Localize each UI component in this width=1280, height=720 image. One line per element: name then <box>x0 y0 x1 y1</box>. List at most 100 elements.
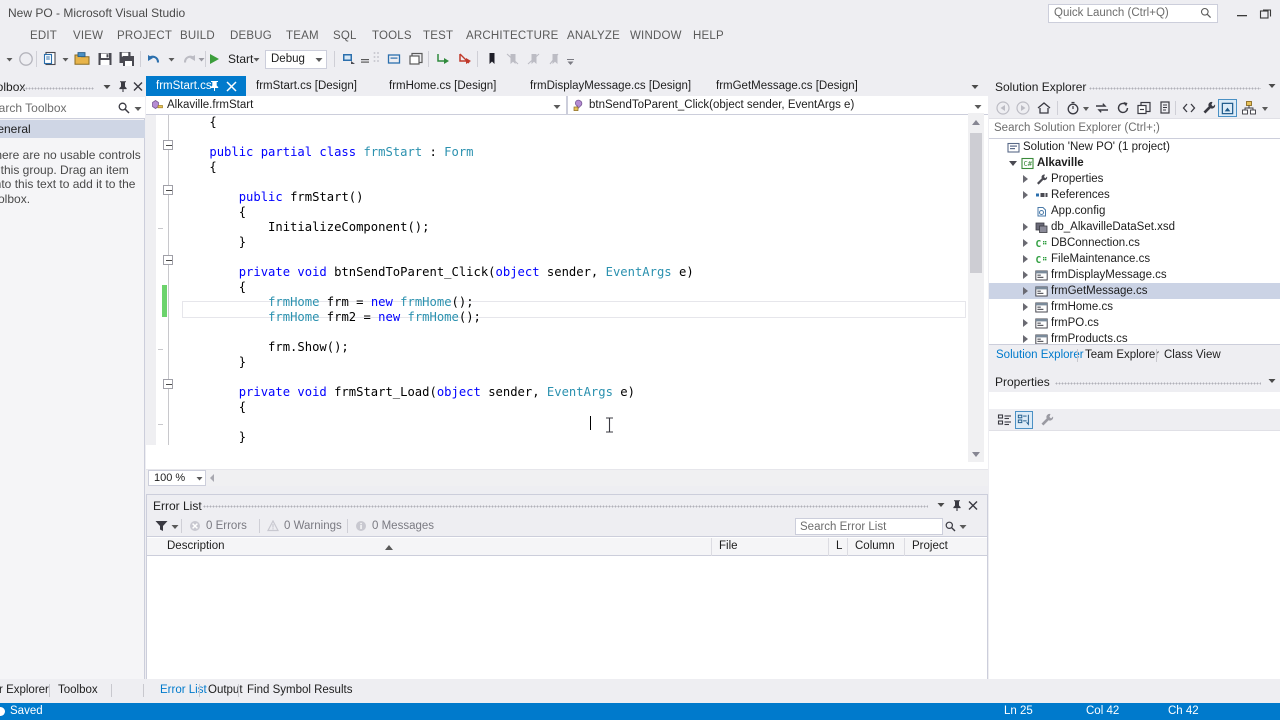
chevron-down-icon[interactable] <box>253 56 260 63</box>
column-divider[interactable] <box>904 538 905 556</box>
sync-with-active-document-icon[interactable] <box>1094 100 1110 116</box>
menu-architecture[interactable]: ARCHITECTURE <box>466 27 559 46</box>
tree-item[interactable]: App.config <box>989 203 1280 219</box>
document-tab[interactable]: frmDisplayMessage.cs [Design] <box>520 76 706 96</box>
error-list-column-header[interactable]: Column <box>849 540 905 555</box>
properties-wrench-icon[interactable] <box>1039 412 1055 428</box>
chevron-right-icon[interactable] <box>1023 287 1028 295</box>
chevron-right-icon[interactable] <box>1023 191 1028 199</box>
warnings-toggle[interactable]: 0 Warnings <box>267 519 342 533</box>
quick-launch-input[interactable]: Quick Launch (Ctrl+Q) <box>1048 4 1218 23</box>
new-file-icon[interactable] <box>42 50 60 68</box>
chevron-right-icon[interactable] <box>1023 255 1028 263</box>
fold-toggle[interactable] <box>163 379 173 389</box>
error-list-column-header[interactable]: Project <box>906 540 986 555</box>
outlining-margin[interactable] <box>156 115 180 445</box>
menu-window[interactable]: WINDOW <box>630 27 682 46</box>
refresh-icon[interactable] <box>1115 100 1131 116</box>
chevron-down-icon[interactable] <box>959 523 967 531</box>
fold-toggle[interactable] <box>163 255 173 265</box>
tree-item[interactable]: C# Alkaville <box>989 155 1280 171</box>
menu-edit[interactable]: EDIT <box>30 27 57 46</box>
chevron-down-icon[interactable] <box>1268 82 1276 90</box>
chevron-down-icon[interactable] <box>1261 100 1269 116</box>
menu-team[interactable]: TEAM <box>286 27 319 46</box>
pending-changes-icon[interactable] <box>1065 100 1081 116</box>
start-debug-button[interactable]: Start <box>210 49 253 69</box>
menu-build[interactable]: BUILD <box>180 27 215 46</box>
properties-wrench-icon[interactable] <box>1201 100 1217 116</box>
chevron-right-icon[interactable] <box>1023 319 1028 327</box>
code-editor-surface[interactable]: { public partial class frmStart : Form {… <box>146 115 988 445</box>
chevron-down-icon[interactable] <box>1268 377 1276 385</box>
menu-sql[interactable]: SQL <box>333 27 357 46</box>
editor-vertical-scrollbar[interactable] <box>968 115 984 462</box>
tree-item[interactable]: frmHome.cs <box>989 299 1280 315</box>
scroll-down-icon[interactable] <box>968 446 984 462</box>
search-icon[interactable] <box>945 521 956 532</box>
error-list-column-header[interactable]: File <box>713 540 823 555</box>
error-list-rows[interactable] <box>147 556 987 678</box>
scroll-up-icon[interactable] <box>968 115 984 131</box>
chevron-right-icon[interactable] <box>1023 303 1028 311</box>
document-tab[interactable]: frmGetMessage.cs [Design] <box>706 76 876 96</box>
minimize-icon[interactable] <box>1234 6 1250 22</box>
tree-item[interactable]: db_AlkavilleDataSet.xsd <box>989 219 1280 235</box>
indent-icon[interactable] <box>434 50 452 68</box>
chevron-right-icon[interactable] <box>1023 271 1028 279</box>
chevron-right-icon[interactable] <box>1023 223 1028 231</box>
home-icon[interactable] <box>1036 100 1052 116</box>
close-icon[interactable] <box>133 81 143 92</box>
chevron-down-icon[interactable] <box>974 103 982 111</box>
fold-toggle[interactable] <box>163 185 173 195</box>
chevron-down-icon[interactable] <box>62 56 69 63</box>
drag-handle-icon[interactable] <box>372 50 381 68</box>
tree-item[interactable]: Properties <box>989 171 1280 187</box>
member-dropdown[interactable]: btnSendToParent_Click(object sender, Eve… <box>567 96 988 115</box>
toolbox-search-input[interactable]: Search Toolbox <box>0 97 145 119</box>
chevron-down-icon[interactable] <box>168 56 175 63</box>
close-icon[interactable] <box>968 500 978 511</box>
pin-icon[interactable] <box>209 80 220 92</box>
tree-item[interactable]: C FileMaintenance.cs <box>989 251 1280 267</box>
close-icon[interactable] <box>226 81 237 92</box>
document-tab[interactable]: frmHome.cs [Design] <box>379 76 520 96</box>
chevron-down-icon[interactable] <box>171 523 179 531</box>
pin-icon[interactable] <box>951 499 963 512</box>
chevron-down-icon[interactable] <box>1009 161 1017 170</box>
save-icon[interactable] <box>96 50 114 68</box>
fold-toggle[interactable] <box>163 140 173 150</box>
error-list-column-header[interactable]: L <box>830 540 848 555</box>
solution-explorer-search-input[interactable]: Search Solution Explorer (Ctrl+;) <box>989 119 1280 139</box>
tree-item[interactable]: frmProducts.cs <box>989 331 1280 344</box>
chevron-down-icon[interactable] <box>971 83 979 91</box>
class-dropdown[interactable]: Alkaville.frmStart <box>146 96 567 115</box>
error-list-search-input[interactable]: Search Error List <box>795 518 943 535</box>
search-icon[interactable] <box>118 102 130 114</box>
tree-item[interactable]: References <box>989 187 1280 203</box>
preview-selected-items-button[interactable] <box>1218 99 1237 117</box>
menu-test[interactable]: TEST <box>423 27 453 46</box>
chevron-down-icon[interactable] <box>198 56 205 63</box>
navigate-back-icon[interactable] <box>17 50 35 68</box>
outdent-icon[interactable] <box>456 50 474 68</box>
column-divider[interactable] <box>828 538 829 556</box>
view-code-icon[interactable] <box>1181 100 1197 116</box>
dock-tab-server-explorer[interactable]: Server Explorer <box>0 680 56 701</box>
chevron-right-icon[interactable] <box>1023 335 1028 343</box>
chevron-down-icon[interactable] <box>103 83 111 91</box>
attach-process-icon[interactable] <box>340 50 358 68</box>
pin-icon[interactable] <box>117 80 129 93</box>
tree-item[interactable]: C DBConnection.cs <box>989 235 1280 251</box>
chevron-down-icon[interactable] <box>6 56 13 63</box>
chevron-down-icon[interactable] <box>553 103 561 111</box>
chevron-down-icon[interactable] <box>196 475 203 482</box>
categorized-icon[interactable] <box>997 412 1013 428</box>
chevron-right-icon[interactable] <box>1023 239 1028 247</box>
document-tab[interactable]: frmStart.cs [Design] <box>246 76 379 96</box>
tree-item[interactable]: frmGetMessage.cs <box>989 283 1280 299</box>
column-divider[interactable] <box>847 538 848 556</box>
properties-grid[interactable] <box>989 431 1280 679</box>
undo-icon[interactable] <box>146 48 164 69</box>
chevron-down-icon[interactable] <box>134 105 142 113</box>
